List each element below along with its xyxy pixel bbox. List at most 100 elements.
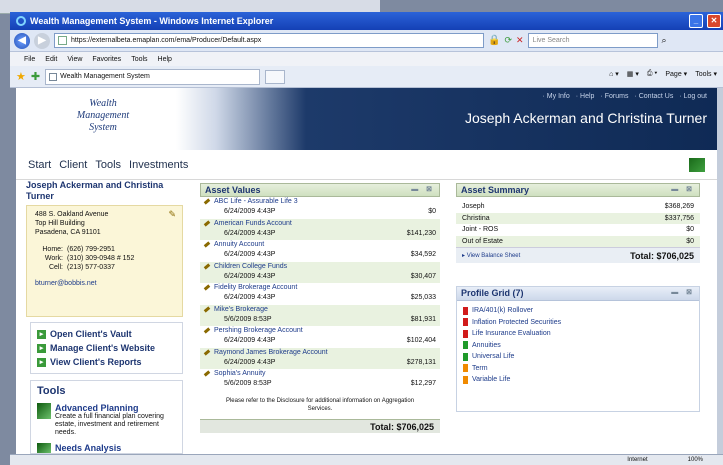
menu-edit[interactable]: Edit <box>45 56 57 63</box>
nav-start[interactable]: Start <box>28 159 51 171</box>
summary-value: $0 <box>686 237 694 245</box>
page-icon <box>58 36 67 45</box>
search-input[interactable]: Live Search <box>527 33 658 48</box>
status-swatch-icon <box>463 329 468 338</box>
logo-line: Wealth <box>89 98 117 109</box>
asset-name-link[interactable]: ABC Life - Assurable Life 3 <box>204 197 436 207</box>
link-label: View Balance Sheet <box>466 253 521 259</box>
new-tab-button[interactable] <box>265 69 286 84</box>
manage-website-link[interactable]: ▸ Manage Client's Website <box>37 341 176 355</box>
browser-tab[interactable]: Wealth Management System <box>45 68 261 85</box>
phone-work: Work: (310) 309-0948 # 152 <box>35 254 174 263</box>
panel-controls-icon[interactable]: ▬ ⊠ <box>671 287 695 299</box>
client-email-link[interactable]: bturner@bobbis.net <box>35 279 174 288</box>
summary-label: Joseph <box>462 203 485 210</box>
profile-item-label: Annuities <box>472 341 501 349</box>
my-info-link[interactable]: · My Info <box>543 93 570 100</box>
stop-icon[interactable]: ✕ <box>516 35 524 46</box>
contact-us-link[interactable]: · Contact Us <box>634 93 673 100</box>
search-icon[interactable]: ⌕ <box>662 35 667 46</box>
asset-row: Mike's Brokerage 5/6/2009 8:53P $81,931 <box>200 304 440 326</box>
lock-icon[interactable]: 🔒 <box>488 35 500 46</box>
feeds-icon[interactable]: ▦ ▾ <box>627 70 639 78</box>
address-line: Pasadena, CA 91101 <box>35 229 101 236</box>
phone-home: Home: (626) 799-2951 <box>35 245 174 254</box>
profile-grid-list: IRA/401(k) Rollover Inflation Protected S… <box>457 301 699 390</box>
asset-name-link[interactable]: Sophia's Annuity <box>204 369 436 379</box>
refresh-icon[interactable]: ⟳ <box>504 35 512 46</box>
menu-view[interactable]: View <box>67 56 82 63</box>
asset-name-link[interactable]: American Funds Account <box>204 219 436 229</box>
client-actions: ▸ Open Client's Vault ▸ Manage Client's We… <box>30 322 183 374</box>
tool-advanced-planning[interactable]: Advanced Planning Create a full financia… <box>37 403 176 437</box>
asset-name-link[interactable]: Raymond James Brokerage Account <box>204 348 436 358</box>
summary-label: Christina <box>462 214 490 222</box>
asset-name-link[interactable]: Pershing Brokerage Account <box>204 326 436 336</box>
profile-item[interactable]: IRA/401(k) Rollover <box>463 305 693 317</box>
asset-value: $81,931 <box>410 315 436 323</box>
nav-tools[interactable]: Tools <box>95 159 121 171</box>
favorites-star-icon[interactable]: ★ <box>16 70 26 83</box>
profile-grid-panel: Profile Grid (7) ▬ ⊠ IRA/401(k) Rollover… <box>456 286 700 412</box>
asset-row: Children College Funds 6/24/2009 4:43P $30… <box>200 261 440 283</box>
asset-name-link[interactable]: Mike's Brokerage <box>204 305 436 315</box>
nav-logo-icon[interactable] <box>689 158 705 172</box>
menu-bar: File Edit View Favorites Tools Help <box>10 52 723 66</box>
help-link[interactable]: · Help <box>576 93 595 100</box>
print-icon[interactable]: ⎙ ▾ <box>647 70 658 78</box>
address-field[interactable]: https://externalbeta.emaplan.com/ema/Pro… <box>54 33 484 48</box>
menu-help[interactable]: Help <box>158 56 172 63</box>
status-bar: Internet 100% <box>10 454 723 465</box>
status-swatch-icon <box>463 318 468 327</box>
address-bar-row: ◀ ▶ https://externalbeta.emaplan.com/ema… <box>10 30 723 52</box>
summary-row: Christina $337,756 <box>456 212 700 224</box>
tool-needs-analysis[interactable]: Needs Analysis <box>37 443 176 453</box>
asset-name-link[interactable]: Annuity Account <box>204 240 436 250</box>
asset-summary-total: Total: $706,025 <box>630 250 694 261</box>
panel-controls-icon[interactable]: ▬ ⊠ <box>411 184 435 196</box>
profile-item[interactable]: Variable Life <box>463 374 693 386</box>
view-balance-sheet-link[interactable]: ▸ View Balance Sheet <box>462 252 520 259</box>
menu-favorites[interactable]: Favorites <box>92 56 121 63</box>
close-button[interactable]: ✕ <box>707 14 721 28</box>
asset-value: $0 <box>428 208 436 215</box>
tools-menu[interactable]: Tools ▾ <box>695 70 717 78</box>
summary-label: Out of Estate <box>462 237 503 245</box>
home-icon[interactable]: ⌂ ▾ <box>609 70 619 78</box>
summary-value: $337,756 <box>664 214 694 222</box>
status-zone: Internet <box>627 457 648 463</box>
tab-bar: ★ ✚ Wealth Management System ⌂ ▾ ▦ ▾ ⎙ ▾… <box>10 66 723 88</box>
asset-value: $278,131 <box>406 358 436 366</box>
profile-item-label: Life Insurance Evaluation <box>472 330 551 337</box>
profile-item[interactable]: Life Insurance Evaluation <box>463 328 693 340</box>
log-out-link[interactable]: · Log out <box>679 93 707 100</box>
back-button[interactable]: ◀ <box>14 32 30 49</box>
profile-item[interactable]: Universal Life <box>463 351 693 363</box>
wms-logo[interactable]: Wealth Management System <box>58 98 148 134</box>
asset-name-link[interactable]: Children College Funds <box>204 262 436 272</box>
open-vault-link[interactable]: ▸ Open Client's Vault <box>37 327 176 341</box>
forward-button[interactable]: ▶ <box>34 32 50 49</box>
panel-title: Asset Values <box>205 185 261 195</box>
minimize-button[interactable]: _ <box>689 14 703 28</box>
profile-item[interactable]: Inflation Protected Securities <box>463 317 693 329</box>
view-reports-link[interactable]: ▸ View Client's Reports <box>37 355 176 369</box>
asset-name-link[interactable]: Fidelity Brokerage Account <box>204 283 436 293</box>
edit-pencil-icon[interactable]: ✎ <box>168 210 176 219</box>
asset-summary-header: Asset Summary ▬ ⊠ <box>456 183 700 197</box>
menu-file[interactable]: File <box>24 56 35 63</box>
forums-link[interactable]: · Forums <box>600 93 628 100</box>
nav-investments[interactable]: Investments <box>129 159 188 171</box>
arrow-icon: ▸ <box>37 357 46 367</box>
add-favorite-icon[interactable]: ✚ <box>31 70 40 83</box>
summary-row: Out of Estate $0 <box>456 235 700 247</box>
menu-tools[interactable]: Tools <box>131 56 147 63</box>
profile-item-label: Inflation Protected Securities <box>472 318 562 326</box>
profile-item[interactable]: Annuities <box>463 340 693 352</box>
profile-item[interactable]: Term <box>463 363 693 375</box>
status-zoom[interactable]: 100% <box>688 455 703 465</box>
arrow-icon: ▸ <box>37 329 46 339</box>
nav-client[interactable]: Client <box>59 159 87 171</box>
panel-controls-icon[interactable]: ▬ ⊠ <box>671 184 695 196</box>
page-menu[interactable]: Page ▾ <box>665 70 687 78</box>
